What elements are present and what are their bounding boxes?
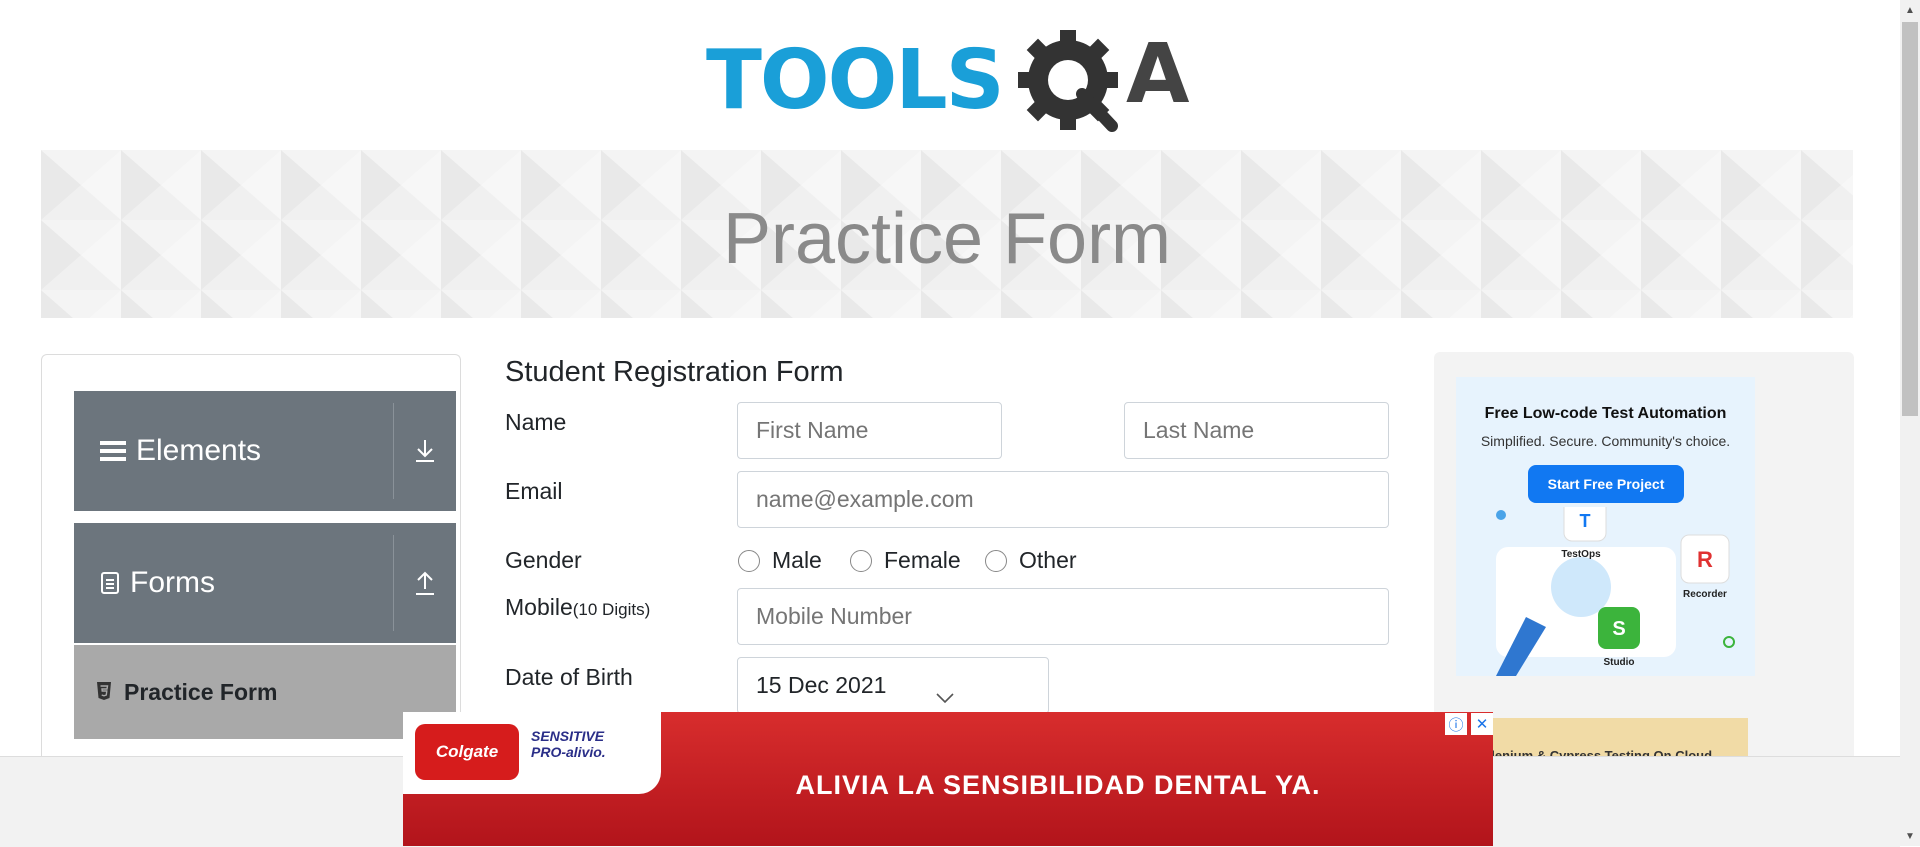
gender-other-radio[interactable]: Other [985, 547, 1077, 574]
svg-text:Studio: Studio [1603, 657, 1634, 668]
dob-value: 15 Dec 2021 [756, 672, 887, 698]
gender-male-radio[interactable]: Male [738, 547, 822, 574]
ad-title: Free Low-code Test Automation [1484, 405, 1727, 422]
left-sidebar: Elements Forms Practice Form [41, 354, 461, 775]
gear-magnifier-icon: A [1018, 27, 1190, 132]
download-arrow-icon [416, 440, 434, 462]
svg-text:R: R [1697, 547, 1713, 572]
sidebar-group-elements[interactable]: Elements [74, 391, 456, 511]
scroll-down-icon[interactable]: ▼ [1900, 826, 1920, 846]
first-name-input[interactable] [737, 402, 1002, 459]
name-label: Name [505, 409, 567, 435]
email-input[interactable] [737, 471, 1389, 528]
radio-circle[interactable] [850, 549, 872, 572]
start-free-project-button[interactable]: Start Free Project [1528, 465, 1684, 503]
radio-label: Male [772, 547, 822, 573]
colgate-banner-ad[interactable]: Colgate SENSITIVE PRO-alivio. ALIVIA LA … [403, 712, 1493, 846]
radio-circle[interactable] [985, 549, 1007, 572]
date-of-birth-input[interactable]: 15 Dec 2021 [737, 657, 1049, 714]
product-line-2: PRO-alivio. [531, 744, 606, 760]
mobile-label: Mobile(10 Digits) [505, 594, 650, 621]
page-banner: Practice Form [41, 150, 1853, 318]
sidebar-item-label: Practice Form [124, 679, 278, 705]
lambdatest-ad[interactable]: elenium & Cypress Testing On Cloud [1478, 718, 1748, 758]
radio-label: Other [1019, 547, 1077, 573]
dob-label: Date of Birth [505, 664, 633, 690]
ad-illustration: T R S TestOps Recorder Studio [1496, 507, 1735, 676]
katalon-ad[interactable]: Free Low-code Test Automation Simplified… [1456, 377, 1755, 676]
upload-arrow-icon [416, 571, 434, 595]
gender-label: Gender [505, 547, 582, 573]
email-label: Email [505, 478, 563, 504]
group-header: Elements [100, 391, 261, 511]
scrollbar-thumb[interactable] [1902, 22, 1918, 416]
ad-product-name: SENSITIVE PRO-alivio. [531, 728, 606, 760]
group-header: Forms [100, 523, 215, 643]
html5-icon [97, 682, 111, 700]
sidebar-item-practice-form[interactable]: Practice Form [74, 645, 456, 739]
collapse-toggle[interactable] [394, 523, 456, 643]
sidebar-group-forms[interactable]: Forms [74, 523, 456, 643]
logo-text: TOOLS [706, 33, 1005, 128]
document-icon [101, 572, 119, 594]
hamburger-icon [100, 441, 126, 461]
mobile-input[interactable] [737, 588, 1389, 645]
group-label: Forms [130, 566, 215, 599]
last-name-input[interactable] [1124, 402, 1389, 459]
ad-info-icon[interactable]: ⓘ [1445, 713, 1467, 735]
svg-text:S: S [1612, 618, 1625, 640]
ad-subtitle: Simplified. Secure. Community's choice. [1480, 433, 1731, 449]
ad-close-icon[interactable]: ✕ [1471, 713, 1493, 735]
ad-slogan: ALIVIA LA SENSIBILIDAD DENTAL YA. [795, 770, 1321, 800]
svg-text:TestOps: TestOps [1561, 549, 1601, 560]
svg-text:A: A [1126, 27, 1190, 122]
ad-controls: ⓘ ✕ [1445, 713, 1493, 735]
radio-label: Female [884, 547, 961, 573]
mobile-hint: (10 Digits) [572, 600, 651, 619]
group-label: Elements [136, 434, 262, 467]
expand-toggle[interactable] [394, 391, 456, 511]
radio-circle[interactable] [738, 549, 760, 572]
product-line-1: SENSITIVE [531, 728, 605, 744]
form-title: Student Registration Form [505, 356, 844, 388]
svg-text:T: T [1580, 511, 1591, 531]
svg-text:Recorder: Recorder [1683, 589, 1727, 600]
page-title: Practice Form [722, 199, 1172, 279]
scroll-up-icon[interactable]: ▲ [1900, 0, 1920, 20]
chevron-down-icon [936, 693, 954, 703]
mobile-label-text: Mobile [505, 594, 573, 620]
gender-female-radio[interactable]: Female [850, 547, 961, 574]
toolsqa-logo[interactable]: TOOLS A [706, 22, 1192, 136]
